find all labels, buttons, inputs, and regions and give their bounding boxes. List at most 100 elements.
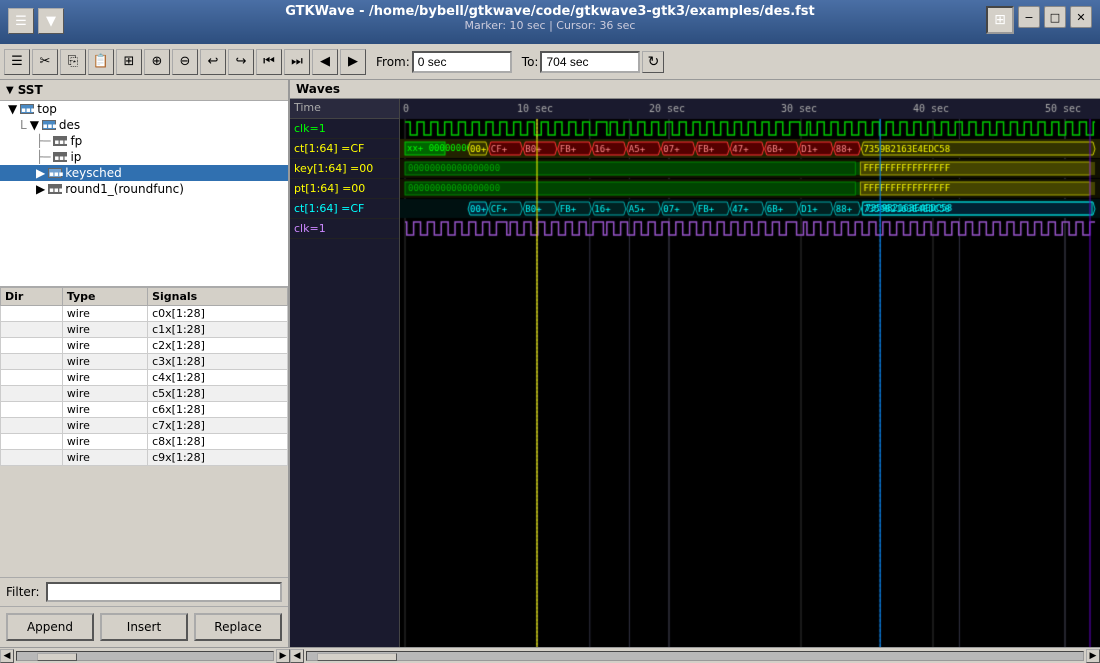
- sst-collapse-icon[interactable]: ▼: [6, 85, 14, 96]
- title-left-buttons: ☰ ▼: [8, 8, 64, 34]
- table-cell: [1, 370, 63, 386]
- table-row[interactable]: wirec4x[1:28]: [1, 370, 288, 386]
- filter-area: Filter:: [0, 577, 288, 606]
- end-icon[interactable]: ⏭: [284, 49, 310, 75]
- left-scroll-thumb[interactable]: [37, 653, 77, 661]
- table-cell: wire: [62, 386, 147, 402]
- table-cell: [1, 322, 63, 338]
- close-button[interactable]: ✕: [1070, 6, 1092, 28]
- expand-icon-top: ▼: [8, 102, 17, 116]
- table-row[interactable]: wirec2x[1:28]: [1, 338, 288, 354]
- copy-icon[interactable]: ⎘: [60, 49, 86, 75]
- waveform-canvas[interactable]: [400, 99, 1100, 647]
- paste-icon[interactable]: 📋: [88, 49, 114, 75]
- table-cell: c4x[1:28]: [148, 370, 288, 386]
- table-row[interactable]: wirec6x[1:28]: [1, 402, 288, 418]
- table-row[interactable]: wirec5x[1:28]: [1, 386, 288, 402]
- col-signals: Signals: [148, 288, 288, 306]
- signals-table: Dir Type Signals wirec0x[1:28]wirec1x[1:…: [0, 287, 288, 577]
- from-input[interactable]: [412, 51, 512, 73]
- waves-header: Waves: [290, 80, 1100, 99]
- tree-area[interactable]: ▼ ▪▪▪ top L ▼ ▪▪▪ des ├─ ▪▪▪ fp ├─ ▪▪▪ i…: [0, 101, 288, 287]
- tree-item-ip[interactable]: ├─ ▪▪▪ ip: [0, 149, 288, 165]
- zoom-icon: ⊞: [986, 6, 1014, 34]
- zoom-fit-icon[interactable]: ⊞: [116, 49, 142, 75]
- table-cell: c1x[1:28]: [148, 322, 288, 338]
- table-cell: wire: [62, 338, 147, 354]
- begin-icon[interactable]: ⏮: [256, 49, 282, 75]
- table-cell: c7x[1:28]: [148, 418, 288, 434]
- undo-icon[interactable]: ↩: [200, 49, 226, 75]
- module-icon-round1: ▪▪▪: [48, 184, 62, 194]
- tree-item-round1[interactable]: ▶ ▪▪▪ round1_(roundfunc): [0, 181, 288, 197]
- table-cell: wire: [62, 370, 147, 386]
- expand-icon-keysched: ▶: [36, 166, 45, 180]
- table-row[interactable]: wirec3x[1:28]: [1, 354, 288, 370]
- scroll-left-btn-right[interactable]: ◀: [290, 649, 304, 663]
- redo-icon[interactable]: ↪: [228, 49, 254, 75]
- refresh-button[interactable]: ↻: [642, 51, 664, 73]
- left-scroll-track[interactable]: [16, 651, 274, 661]
- maximize-button[interactable]: □: [1044, 6, 1066, 28]
- right-scrollbar[interactable]: ◀ ▶: [290, 647, 1100, 663]
- tree-label-ip: ip: [70, 150, 81, 164]
- table-cell: c0x[1:28]: [148, 306, 288, 322]
- arrow-down-button[interactable]: ▼: [38, 8, 64, 34]
- sst-header: ▼ SST: [0, 80, 288, 101]
- minimize-button[interactable]: −: [1018, 6, 1040, 28]
- sst-title: SST: [18, 83, 43, 97]
- table-cell: c3x[1:28]: [148, 354, 288, 370]
- table-cell: [1, 386, 63, 402]
- expand-icon-des: ▼: [30, 118, 39, 132]
- filter-input[interactable]: [46, 582, 282, 602]
- tree-item-des[interactable]: L ▼ ▪▪▪ des: [0, 117, 288, 133]
- table-row[interactable]: wirec0x[1:28]: [1, 306, 288, 322]
- next-icon[interactable]: ▶: [340, 49, 366, 75]
- table-cell: [1, 306, 63, 322]
- menu-button[interactable]: ☰: [8, 8, 34, 34]
- replace-button[interactable]: Replace: [194, 613, 282, 641]
- table-row[interactable]: wirec8x[1:28]: [1, 434, 288, 450]
- table-row[interactable]: wirec7x[1:28]: [1, 418, 288, 434]
- cut-icon[interactable]: ✂: [32, 49, 58, 75]
- sig-name-5: clk=1: [290, 219, 399, 239]
- window-subtitle: Marker: 10 sec | Cursor: 36 sec: [0, 19, 1100, 32]
- module-icon-fp: ▪▪▪: [53, 136, 67, 146]
- tree-item-fp[interactable]: ├─ ▪▪▪ fp: [0, 133, 288, 149]
- menu-icon[interactable]: ☰: [4, 49, 30, 75]
- line-icon-fp: ├─: [36, 134, 50, 148]
- left-scrollbar[interactable]: ◀ ▶: [0, 647, 290, 663]
- table-cell: wire: [62, 354, 147, 370]
- expand-icon-round1: ▶: [36, 182, 45, 196]
- append-button[interactable]: Append: [6, 613, 94, 641]
- line-icon-ip: ├─: [36, 150, 50, 164]
- to-input[interactable]: [540, 51, 640, 73]
- scroll-right-btn[interactable]: ▶: [276, 649, 290, 663]
- right-scroll-track[interactable]: [306, 651, 1084, 661]
- table-cell: [1, 450, 63, 466]
- table-row[interactable]: wirec9x[1:28]: [1, 450, 288, 466]
- sig-name-2: key[1:64] =00: [290, 159, 399, 179]
- time-header: Time: [290, 99, 399, 119]
- table-cell: [1, 354, 63, 370]
- module-icon-des: ▪▪▪: [42, 120, 56, 130]
- table-cell: [1, 338, 63, 354]
- tree-item-top[interactable]: ▼ ▪▪▪ top: [0, 101, 288, 117]
- scroll-left-btn[interactable]: ◀: [0, 649, 14, 663]
- table-cell: [1, 434, 63, 450]
- zoom-in-icon[interactable]: ⊕: [144, 49, 170, 75]
- table-cell: c5x[1:28]: [148, 386, 288, 402]
- zoom-out-icon[interactable]: ⊖: [172, 49, 198, 75]
- prev-icon[interactable]: ◀: [312, 49, 338, 75]
- table-cell: c9x[1:28]: [148, 450, 288, 466]
- tree-item-keysched[interactable]: ▶ ▪▪▪ keysched: [0, 165, 288, 181]
- tree-label-keysched: keysched: [65, 166, 121, 180]
- table-cell: [1, 402, 63, 418]
- insert-button[interactable]: Insert: [100, 613, 188, 641]
- table-row[interactable]: wirec1x[1:28]: [1, 322, 288, 338]
- tree-label-top: top: [37, 102, 57, 116]
- scroll-right-btn-right[interactable]: ▶: [1086, 649, 1100, 663]
- table-cell: wire: [62, 402, 147, 418]
- bottom-scrollbar-area: ◀ ▶ ◀ ▶: [0, 647, 1100, 663]
- right-scroll-thumb[interactable]: [317, 653, 397, 661]
